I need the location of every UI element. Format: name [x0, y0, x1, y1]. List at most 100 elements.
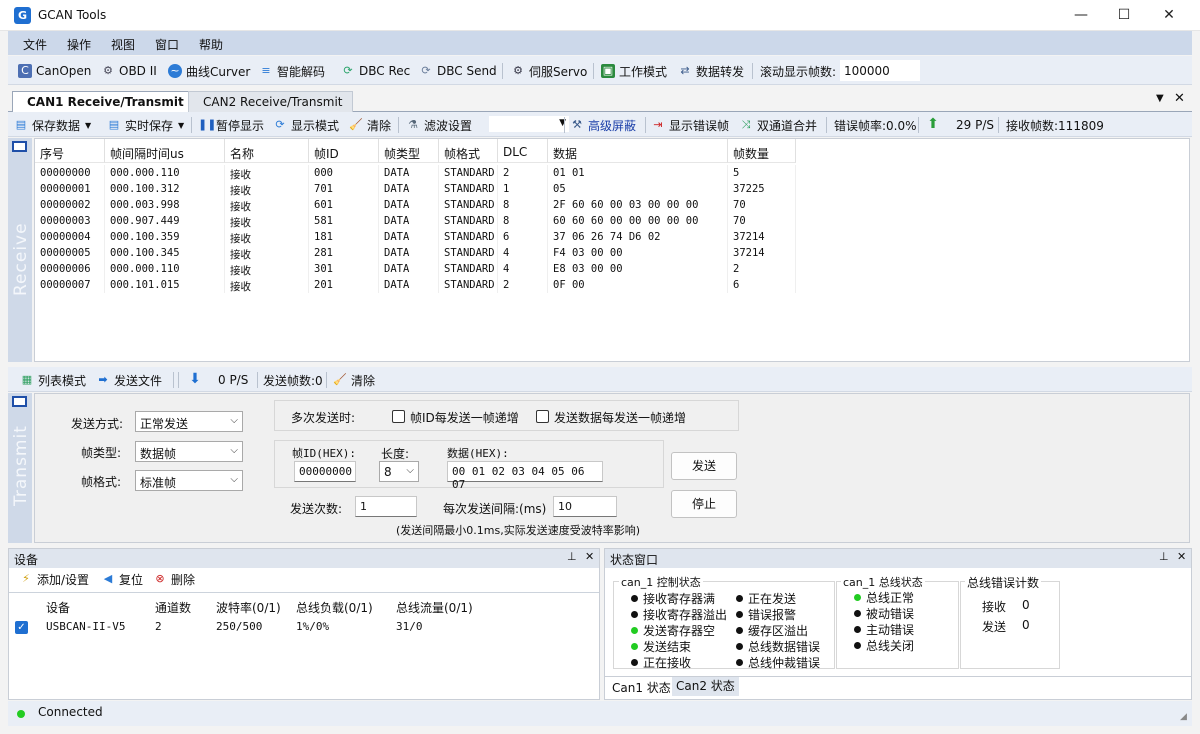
length-select[interactable]: 8 ⌵: [379, 461, 419, 482]
table-cell: 00000003: [35, 213, 105, 229]
tab-can2[interactable]: CAN2 Receive/Transmit: [188, 91, 354, 112]
table-cell: STANDARD: [439, 197, 498, 213]
data-input[interactable]: 00 01 02 03 04 05 06 07: [447, 461, 603, 491]
delete-device-button[interactable]: ⊗ 删除: [153, 570, 195, 588]
reset-device-button[interactable]: ◀ 复位: [101, 570, 143, 588]
arrow-right-icon: ➡: [98, 373, 108, 386]
menu-window[interactable]: 窗口: [155, 36, 179, 53]
table-cell: 201: [309, 277, 379, 293]
device-bus-flow: 31/0: [396, 620, 423, 633]
control-status-title: can_1 控制状态: [619, 574, 703, 590]
pause-display-button[interactable]: ❚❚ 暂停显示: [198, 116, 264, 134]
column-header[interactable]: 帧ID: [309, 139, 379, 163]
send-count-input[interactable]: 1: [355, 496, 417, 517]
minimize-button[interactable]: —: [1058, 0, 1104, 31]
receive-side-label: Receive: [8, 138, 32, 362]
display-mode-button[interactable]: ⟳ 显示模式: [273, 116, 339, 134]
stop-button[interactable]: 停止: [671, 490, 737, 518]
frame-settings-group: 帧ID(HEX): 00000000 长度: 8 ⌵ 数据(HEX): 00 01…: [274, 440, 664, 491]
tab-list-dropdown-icon[interactable]: ▼: [1156, 93, 1164, 104]
column-header[interactable]: 帧格式: [439, 139, 498, 163]
advanced-mask-button[interactable]: ⚒ 高级屏蔽: [570, 116, 636, 134]
receive-rate-label: 29 P/S: [956, 118, 994, 132]
table-cell: 37225: [728, 181, 796, 197]
show-error-frames-button[interactable]: ⇥ 显示错误帧: [651, 116, 729, 134]
add-device-button[interactable]: ⚡ 添加/设置: [19, 570, 89, 588]
table-cell: 接收: [225, 197, 309, 213]
inc-data-checkbox[interactable]: [536, 410, 549, 423]
canopen-button[interactable]: C CanOpen: [18, 62, 91, 80]
filter-settings-button[interactable]: ⚗ 滤波设置: [406, 116, 472, 134]
scroll-frames-input[interactable]: 100000: [840, 60, 920, 81]
pin-icon[interactable]: ⊥: [567, 550, 577, 563]
frame-type-select[interactable]: 数据帧 ⌵: [135, 441, 243, 462]
dual-channel-merge-button[interactable]: ⤨ 双通道合并: [739, 116, 817, 134]
bus-status-item: 主动错误: [866, 623, 915, 637]
dbc-send-button[interactable]: ⟳ DBC Send: [419, 62, 496, 80]
inc-id-checkbox[interactable]: [392, 410, 405, 423]
data-forward-button[interactable]: ⇄ 数据转发: [678, 62, 744, 80]
lightning-icon: ⚡: [22, 572, 30, 585]
pin-icon[interactable]: ⊥: [1159, 550, 1169, 563]
device-panel-title: 设备: [14, 553, 39, 567]
tab-can1[interactable]: CAN1 Receive/Transmit: [12, 91, 195, 113]
device-checkbox[interactable]: ✓: [15, 621, 28, 634]
error-rate-label: 错误帧率:0.0%: [834, 118, 917, 133]
filter-dropdown[interactable]: ▼: [488, 115, 570, 133]
servo-button[interactable]: ⚙ 伺服Servo: [511, 62, 587, 80]
menu-help[interactable]: 帮助: [199, 36, 223, 53]
device-panel-header: 设备 ⊥ ✕: [9, 549, 599, 568]
multi-send-label: 多次发送时:: [291, 411, 356, 425]
column-header[interactable]: DLC: [498, 139, 548, 163]
menu-file[interactable]: 文件: [23, 36, 47, 53]
send-button[interactable]: 发送: [671, 452, 737, 480]
column-header[interactable]: 帧数量: [728, 139, 796, 163]
clear-transmit-button[interactable]: 🧹 清除: [333, 371, 375, 389]
tab-can2-status[interactable]: Can2 状态: [672, 677, 739, 696]
send-file-button[interactable]: ➡ 发送文件: [96, 371, 162, 389]
tab-close-icon[interactable]: ✕: [1174, 91, 1185, 106]
chevron-down-icon: ⌵: [230, 415, 238, 426]
column-header[interactable]: 帧类型: [379, 139, 439, 163]
list-mode-button[interactable]: ▦ 列表模式: [20, 371, 86, 389]
clear-receive-button[interactable]: 🧹 清除: [349, 116, 391, 134]
table-cell: 281: [309, 245, 379, 261]
work-mode-button[interactable]: ▣ 工作模式: [601, 62, 667, 80]
frame-id-input[interactable]: 00000000: [294, 461, 356, 482]
menu-operate[interactable]: 操作: [67, 36, 91, 53]
column-header[interactable]: 数据: [548, 139, 728, 163]
column-header[interactable]: 名称: [225, 139, 309, 163]
table-cell: 00000000: [35, 165, 105, 181]
control-status-item: 缓存区溢出: [748, 624, 809, 638]
save-data-button[interactable]: ▤ 保存数据 ▼: [14, 116, 91, 134]
column-header[interactable]: 序号: [35, 139, 105, 163]
maximize-button[interactable]: ☐: [1101, 0, 1147, 31]
receive-table[interactable]: 序号 帧间隔时间us 名称 帧ID 帧类型 帧格式 DLC 数据 帧数量 000…: [34, 138, 1190, 362]
status-indicator-icon: [854, 642, 861, 649]
mask-icon: ⚒: [572, 118, 582, 131]
dbc-rec-button[interactable]: ⟳ DBC Rec: [341, 62, 410, 80]
status-indicator-icon: [631, 627, 638, 634]
tab-can1-status[interactable]: Can1 状态: [609, 679, 674, 696]
send-mode-select[interactable]: 正常发送 ⌵: [135, 411, 243, 432]
table-cell: 00000007: [35, 277, 105, 293]
table-cell: 000.100.345: [105, 245, 225, 261]
close-icon[interactable]: ✕: [1177, 550, 1186, 563]
close-icon[interactable]: ✕: [585, 550, 594, 563]
resize-grip-icon[interactable]: ◢: [1180, 712, 1187, 722]
menu-view[interactable]: 视图: [111, 36, 135, 53]
close-button[interactable]: ✕: [1146, 0, 1192, 31]
send-count-label: 发送次数:: [290, 502, 343, 516]
obd-button[interactable]: ⚙ OBD II: [101, 62, 157, 80]
arrow-down-icon: ⬇: [189, 371, 201, 387]
table-cell: 接收: [225, 213, 309, 229]
smart-decode-button[interactable]: ≡ 智能解码: [259, 62, 325, 80]
column-header[interactable]: 帧间隔时间us: [105, 139, 225, 163]
send-interval-input[interactable]: 10: [553, 496, 617, 517]
realtime-save-button[interactable]: ▤ 实时保存 ▼: [107, 116, 184, 134]
table-cell: 000.000.110: [105, 165, 225, 181]
status-panel: 状态窗口 ⊥ ✕ can_1 控制状态 接收寄存器满 接收寄存器溢出 发送寄存器空发…: [604, 548, 1192, 700]
frame-format-select[interactable]: 标准帧 ⌵: [135, 470, 243, 491]
curve-button[interactable]: ~ 曲线Curver: [168, 62, 250, 80]
receive-toolbar: ▤ 保存数据 ▼ ▤ 实时保存 ▼ ❚❚ 暂停显示 ⟳ 显示模式 🧹 清除 ⚗ 滤波设置 ▼ ⚒…: [8, 112, 1192, 137]
